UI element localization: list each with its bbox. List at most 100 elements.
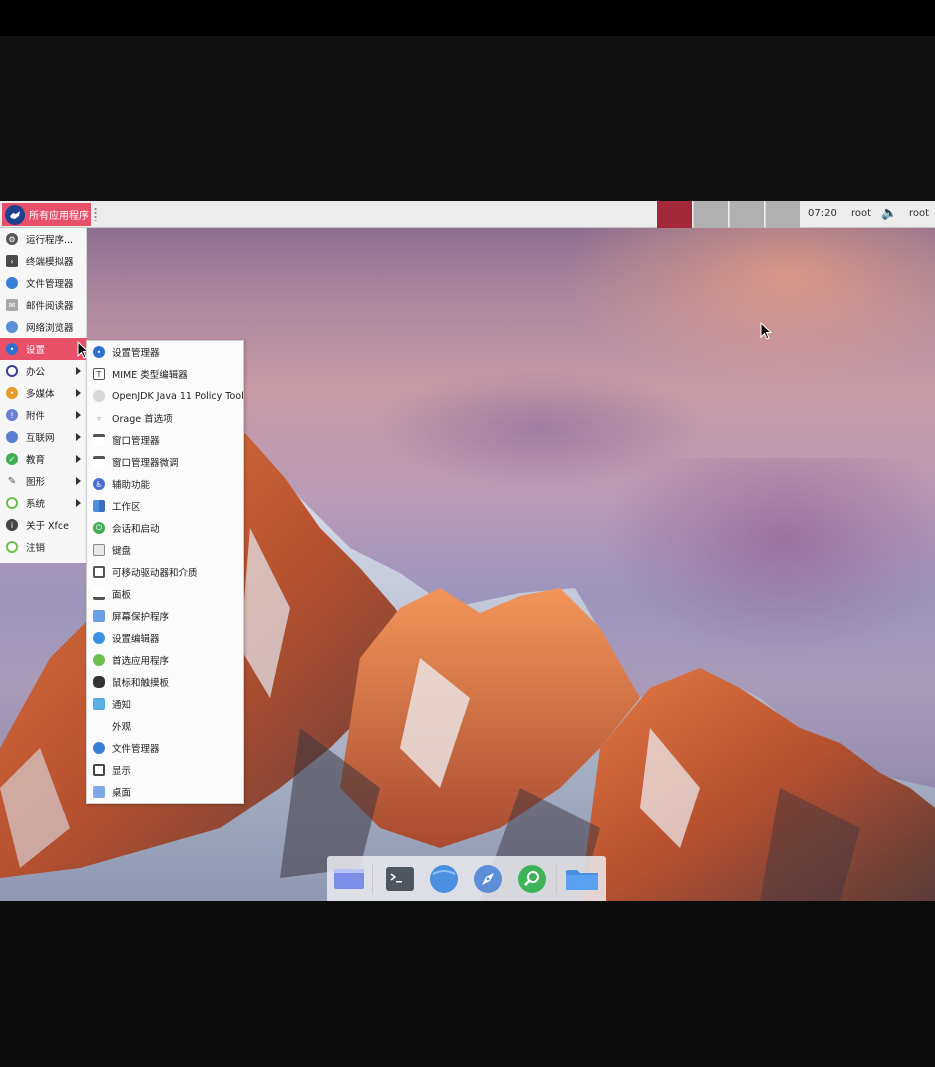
volume-icon[interactable]: 🔈	[881, 206, 897, 221]
office-icon	[6, 365, 18, 377]
submenu-arrow-icon	[76, 499, 81, 507]
submenu-item-session-startup[interactable]: ⏻ 会话和启动	[87, 517, 243, 539]
submenu-item-label: OpenJDK Java 11 Policy Tool	[112, 390, 243, 402]
dock-terminal-icon[interactable]	[383, 864, 417, 894]
submenu-item-notifications[interactable]: 通知	[87, 693, 243, 715]
notifications-icon	[93, 698, 105, 710]
menu-item-label: 运行程序...	[26, 235, 74, 246]
menu-item-label: 互联网	[26, 433, 55, 444]
submenu-item-label: 鼠标和触摸板	[112, 678, 170, 689]
dock-folder-icon[interactable]	[565, 864, 599, 894]
letterbox-band-bottom	[0, 901, 935, 1067]
accessories-icon: !	[6, 409, 18, 421]
panel-user-left[interactable]: root	[851, 208, 871, 219]
applications-menu-button[interactable]: 所有应用程序	[2, 203, 91, 226]
submenu-arrow-icon	[76, 411, 81, 419]
submenu-item-panel[interactable]: 面板	[87, 583, 243, 605]
submenu-item-window-manager[interactable]: 窗口管理器	[87, 429, 243, 451]
submenu-item-label: 外观	[112, 722, 132, 733]
panel-user-right[interactable]: root	[909, 208, 929, 219]
submenu-arrow-icon	[76, 477, 81, 485]
dock-browser-icon[interactable]	[471, 864, 505, 894]
top-panel: 所有应用程序 07:20 root 🔈 root	[0, 201, 935, 228]
submenu-arrow-icon	[76, 433, 81, 441]
submenu-item-file-manager[interactable]: 文件管理器	[87, 737, 243, 759]
submenu-item-label: 屏幕保护程序	[112, 612, 170, 623]
panel-drag-handle[interactable]	[94, 207, 97, 221]
submenu-item-removable-drives[interactable]: 可移动驱动器和介质	[87, 561, 243, 583]
workspaces-icon	[93, 500, 105, 512]
submenu-item-mouse-touchpad[interactable]: 鼠标和触摸板	[87, 671, 243, 693]
menu-item-office[interactable]: 办公	[0, 360, 87, 382]
menu-item-system[interactable]: 系统	[0, 492, 87, 514]
submenu-item-accessibility[interactable]: ♿ 辅助功能	[87, 473, 243, 495]
submenu-item-label: 键盘	[112, 546, 132, 557]
menu-item-web-browser[interactable]: 网络浏览器	[0, 316, 87, 338]
menu-item-label: 办公	[26, 367, 46, 378]
submenu-item-java-policy-tool[interactable]: OpenJDK Java 11 Policy Tool	[87, 385, 243, 407]
menu-item-multimedia[interactable]: • 多媒体	[0, 382, 87, 404]
submenu-item-settings-editor[interactable]: 设置编辑器	[87, 627, 243, 649]
submenu-item-preferred-apps[interactable]: 首选应用程序	[87, 649, 243, 671]
submenu-item-label: 首选应用程序	[112, 656, 170, 667]
dock-desktop-icon[interactable]	[332, 864, 366, 894]
workspace-2-button[interactable]	[693, 201, 728, 228]
java-icon	[93, 390, 105, 402]
file-manager-icon	[6, 277, 18, 289]
menu-item-settings[interactable]: • 设置	[0, 338, 87, 360]
session-icon: ⏻	[93, 522, 105, 534]
menu-item-label: 网络浏览器	[26, 323, 74, 334]
window-manager-icon	[93, 434, 105, 446]
submenu-item-window-tweaks[interactable]: 窗口管理器微调	[87, 451, 243, 473]
preferred-apps-icon	[93, 654, 105, 666]
terminal-icon: ›	[6, 255, 18, 267]
submenu-item-orage-preferences[interactable]: ▿ Orage 首选项	[87, 407, 243, 429]
menu-item-label: 终端模拟器	[26, 257, 74, 268]
submenu-item-label: 设置管理器	[112, 348, 160, 359]
menu-item-about-xfce[interactable]: i 关于 Xfce	[0, 514, 87, 536]
submenu-arrow-icon	[76, 389, 81, 397]
submenu-item-label: MIME 类型编辑器	[112, 370, 188, 381]
submenu-item-desktop[interactable]: 桌面	[87, 781, 243, 803]
menu-item-label: 文件管理器	[26, 279, 74, 290]
workspace-3-button[interactable]	[729, 201, 764, 228]
menu-item-accessories[interactable]: ! 附件	[0, 404, 87, 426]
menu-item-mail-reader[interactable]: ✉ 邮件阅读器	[0, 294, 87, 316]
orage-icon: ▿	[96, 413, 101, 423]
removable-drives-icon	[93, 566, 105, 578]
menu-item-label: 设置	[26, 345, 46, 356]
submenu-item-label: 桌面	[112, 788, 132, 799]
submenu-item-keyboard[interactable]: 键盘	[87, 539, 243, 561]
workspace-4-button[interactable]	[765, 201, 800, 228]
submenu-item-display[interactable]: 显示	[87, 759, 243, 781]
dock-file-manager-icon[interactable]	[427, 864, 461, 894]
window-tweaks-icon	[93, 456, 105, 468]
menu-item-internet[interactable]: 互联网	[0, 426, 87, 448]
applications-menu-label: 所有应用程序	[29, 211, 89, 222]
menu-item-graphics[interactable]: ✎ 图形	[0, 470, 87, 492]
submenu-item-label: 辅助功能	[112, 480, 151, 491]
system-icon	[6, 497, 18, 509]
submenu-arrow-icon	[76, 455, 81, 463]
submenu-item-label: 窗口管理器微调	[112, 458, 179, 469]
menu-item-logout[interactable]: 注销	[0, 536, 87, 558]
dock-search-icon[interactable]	[515, 864, 549, 894]
menu-item-run-program[interactable]: ⚙ 运行程序...	[0, 228, 87, 250]
settings-editor-icon	[93, 632, 105, 644]
menu-item-education[interactable]: ✓ 教育	[0, 448, 87, 470]
browser-icon	[6, 321, 18, 333]
keyboard-icon	[93, 544, 105, 556]
workspace-1-button[interactable]	[657, 201, 692, 228]
submenu-item-mime-editor[interactable]: T MIME 类型编辑器	[87, 363, 243, 385]
menu-item-terminal[interactable]: › 终端模拟器	[0, 250, 87, 272]
education-icon: ✓	[6, 453, 18, 465]
menu-item-file-manager[interactable]: 文件管理器	[0, 272, 87, 294]
submenu-item-label: 通知	[112, 700, 132, 711]
submenu-item-workspaces[interactable]: 工作区	[87, 495, 243, 517]
settings-icon: •	[6, 343, 18, 355]
submenu-item-appearance[interactable]: 外观	[87, 715, 243, 737]
panel-clock[interactable]: 07:20	[808, 208, 837, 219]
submenu-item-screensaver[interactable]: 屏幕保护程序	[87, 605, 243, 627]
submenu-item-settings-manager[interactable]: • 设置管理器	[87, 341, 243, 363]
letterbox-top	[0, 0, 935, 36]
